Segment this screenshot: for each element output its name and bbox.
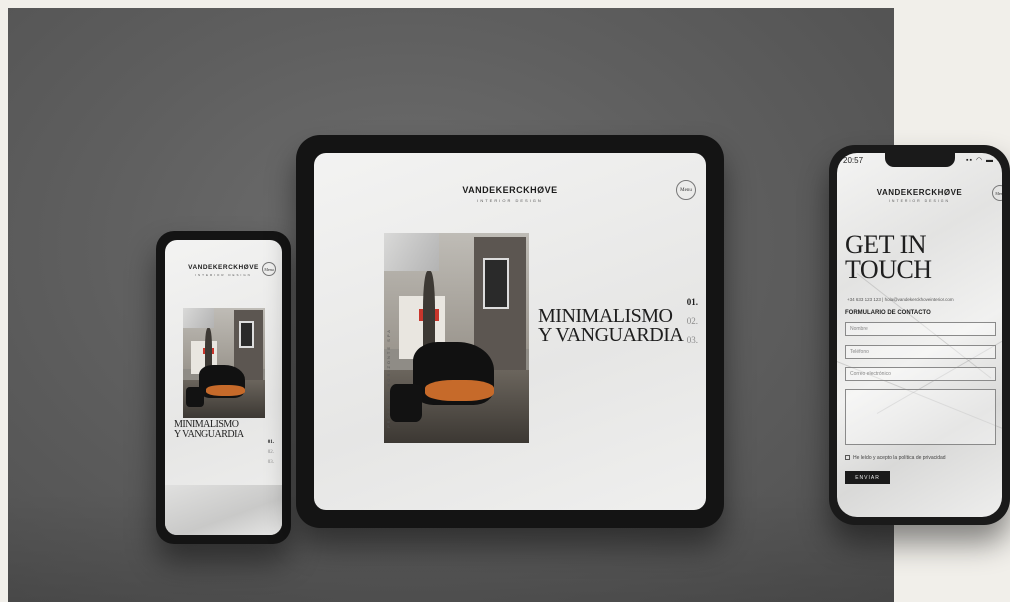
menu-button[interactable]: Menu (676, 180, 696, 200)
left-phone-screen: VANDEKERCKHØVE INTERIOR DESIGN Menu MINI… (165, 240, 282, 535)
slide-indicator-1[interactable]: 01. (268, 440, 274, 445)
hero-headline-line2: Y VANGUARDIA (174, 428, 244, 440)
right-phone-device: 20:57 ▪▪ ◠ ▬ VANDEKERCKHØVE INTERIOR DES… (829, 145, 1010, 525)
hero-photo (384, 233, 529, 443)
project-caption: PROYECTO HORIZONTE SPA (386, 328, 391, 428)
privacy-label: He leído y acepto la política de privaci… (853, 455, 946, 461)
hero-headline: MINIMALISMO Y VANGUARDIA (174, 420, 244, 439)
privacy-checkbox[interactable] (845, 455, 850, 460)
contact-headline-line2: TOUCH (845, 254, 932, 284)
brand-tagline: INTERIOR DESIGN (477, 198, 543, 203)
status-icons: ▪▪ ◠ ▬ (966, 157, 994, 164)
message-field[interactable] (845, 389, 996, 445)
menu-button[interactable]: Menu (262, 262, 276, 276)
form-title: FORMULARIO DE CONTACTO (845, 310, 931, 316)
phone-notch (885, 153, 955, 167)
slide-indicator-3[interactable]: 03. (687, 335, 698, 345)
contact-headline-line1: GET IN (845, 230, 927, 259)
brand-logo[interactable]: VANDEKERCKHØVE (314, 185, 706, 195)
name-field[interactable] (845, 322, 996, 336)
status-time: 20:57 (843, 156, 864, 165)
slide-indicator-2[interactable]: 02. (268, 450, 274, 455)
phone-notch (196, 231, 233, 240)
marble-footer (165, 485, 282, 535)
tablet-screen: VANDEKERCKHØVE INTERIOR DESIGN Menu PROY… (314, 153, 706, 510)
email-field[interactable] (845, 367, 996, 381)
left-phone-device: VANDEKERCKHØVE INTERIOR DESIGN Menu MINI… (156, 231, 291, 544)
contact-headline: GET IN TOUCH (845, 230, 932, 284)
slide-indicator-3[interactable]: 03. (268, 460, 274, 465)
menu-button[interactable]: Menu (992, 185, 1002, 201)
tablet-device: VANDEKERCKHØVE INTERIOR DESIGN Menu PROY… (296, 135, 724, 528)
contact-info[interactable]: +34 633 123 123 | hola@vandekerckhoveint… (847, 297, 954, 302)
hero-photo (183, 308, 265, 418)
right-phone-screen: 20:57 ▪▪ ◠ ▬ VANDEKERCKHØVE INTERIOR DES… (837, 153, 1002, 517)
hero-headline: MINIMALISMO Y VANGUARDIA (538, 306, 684, 346)
brand-tagline: INTERIOR DESIGN (888, 199, 951, 203)
brand-logo[interactable]: VANDEKERCKHØVE (837, 188, 1002, 197)
slide-indicator-2[interactable]: 02. (687, 316, 698, 326)
hero-headline-line2: Y VANGUARDIA (538, 324, 684, 346)
slide-indicator-1[interactable]: 01. (687, 297, 698, 307)
send-button[interactable]: ENVIAR (845, 471, 890, 484)
phone-field[interactable] (845, 345, 996, 359)
